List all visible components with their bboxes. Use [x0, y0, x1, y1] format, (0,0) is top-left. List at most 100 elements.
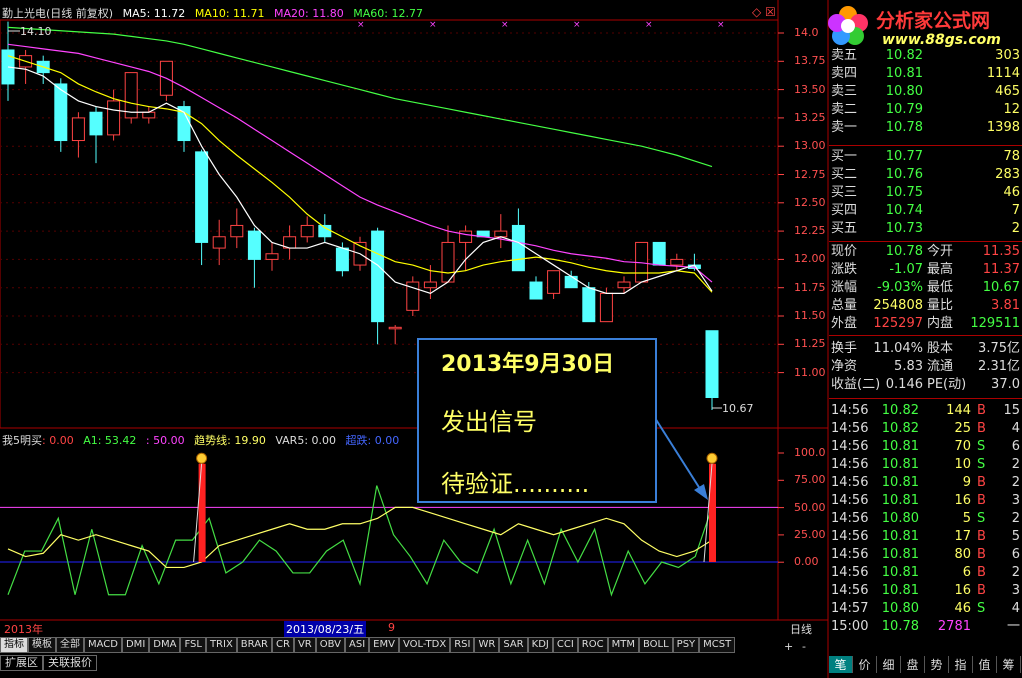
tab-indicator[interactable]: 全部	[56, 637, 84, 653]
tab-indicator[interactable]: MCST	[699, 637, 736, 653]
right-tabs: 笔价细盘势指值筹	[829, 656, 1021, 673]
tab-extension[interactable]: 关联报价	[43, 655, 97, 671]
tab-indicator[interactable]: DMI	[121, 637, 150, 653]
tab-indicator[interactable]: 模板	[28, 637, 56, 653]
order-row: 卖五 10.82 303	[829, 47, 1022, 65]
tick-row: 14:56 10.81 70 S 6	[829, 438, 1022, 456]
order-row: 买一 10.77 78	[829, 148, 1022, 166]
order-row: 卖四 10.81 1114	[829, 65, 1022, 83]
tab-panel[interactable]: 指	[949, 656, 973, 673]
tab-panel[interactable]: 细	[877, 656, 901, 673]
tick-time: 14:56	[831, 403, 869, 418]
candle-body	[511, 224, 525, 272]
zoom-in-button[interactable]: +	[784, 640, 793, 653]
tab-indicator[interactable]: PSY	[672, 637, 700, 653]
tab-indicator[interactable]: ASI	[345, 637, 370, 653]
tick-row: 14:56 10.82 25 B 4	[829, 420, 1022, 438]
tab-indicator[interactable]: EMV	[369, 637, 399, 653]
logo-url: www.88gs.com	[882, 32, 1001, 48]
tick-count: 一	[1006, 619, 1020, 634]
signal-bar	[709, 463, 716, 562]
tab-indicator[interactable]: CR	[272, 637, 294, 653]
money-bag-icon	[196, 452, 208, 464]
tick-side: B	[977, 529, 986, 544]
price-axis-label: 11.50	[794, 309, 826, 322]
tab-indicator[interactable]: CCI	[552, 637, 578, 653]
tab-indicator[interactable]: 指标	[0, 637, 28, 653]
tab-indicator[interactable]: BRAR	[236, 637, 272, 653]
tab-indicator[interactable]: DMA	[149, 637, 181, 653]
tab-indicator[interactable]: BOLL	[638, 637, 673, 653]
tab-indicator[interactable]: RSI	[450, 637, 475, 653]
tick-side: B	[977, 565, 986, 580]
tick-row: 14:56 10.80 5 S 2	[829, 510, 1022, 528]
stock-title: 勤上光电(日线 前复权)	[2, 7, 114, 20]
tab-panel[interactable]: 盘	[901, 656, 925, 673]
order-volume: 78	[1003, 149, 1020, 164]
candle-body	[142, 111, 156, 119]
price-axis-label: 13.00	[794, 139, 826, 153]
quote-label: 股本	[927, 341, 954, 356]
divider	[829, 145, 1022, 146]
signal-arrow	[654, 417, 703, 493]
indicator-axis-label: 100.0	[794, 446, 826, 459]
quote-value: 10.78	[885, 244, 923, 259]
arrow-head	[694, 484, 708, 500]
signal-note: 2013年9月30日 发出信号 待验证..........	[417, 338, 657, 503]
ind-var5: VAR5: 0.00	[275, 434, 337, 447]
tab-panel[interactable]: 势	[925, 656, 949, 673]
candle-body	[582, 287, 596, 323]
window-controls-icon[interactable]: ◇ ☒	[752, 5, 776, 19]
tick-volume: 5	[962, 511, 971, 526]
indicator-axis-label: 50.00	[794, 500, 826, 514]
quote-value: 3.81	[991, 298, 1020, 313]
tick-side: B	[977, 547, 986, 562]
order-volume: 2	[1011, 221, 1020, 236]
tick-time: 14:56	[831, 493, 869, 508]
tab-indicator[interactable]: MTM	[607, 637, 639, 653]
candle-body	[670, 258, 684, 266]
candle-body	[547, 270, 561, 294]
period-label[interactable]: 日线	[790, 621, 812, 637]
low-annotation: 10.67	[722, 402, 754, 415]
tab-panel[interactable]: 价	[853, 656, 877, 673]
tick-count: 15	[1003, 403, 1020, 418]
tab-indicator[interactable]: WR	[474, 637, 500, 653]
tab-indicator[interactable]: MACD	[84, 637, 122, 653]
order-price: 10.78	[885, 120, 923, 135]
order-label: 卖五	[831, 48, 858, 63]
tick-price: 10.81	[881, 529, 919, 544]
candle-body	[230, 224, 244, 238]
tab-extension[interactable]: 扩展区	[0, 655, 43, 671]
divider	[829, 241, 1022, 242]
tab-indicator[interactable]: VR	[293, 637, 316, 653]
order-volume: 465	[995, 84, 1020, 99]
tab-panel[interactable]: 笔	[829, 656, 853, 673]
tab-indicator[interactable]: VOL-TDX	[398, 637, 451, 653]
order-row: 买三 10.75 46	[829, 184, 1022, 202]
order-row: 卖三 10.80 465	[829, 83, 1022, 101]
tick-volume: 25	[954, 421, 971, 436]
tick-volume: 16	[954, 583, 971, 598]
tab-indicator[interactable]: KDJ	[527, 637, 553, 653]
tab-indicator[interactable]: FSL	[180, 637, 206, 653]
cross-marker-icon: ×	[429, 20, 437, 30]
zoom-out-button[interactable]: -	[802, 640, 806, 653]
tab-indicator[interactable]: SAR	[499, 637, 528, 653]
order-price: 10.76	[885, 167, 923, 182]
quote-label: 总量	[831, 298, 858, 313]
order-row: 卖二 10.79 12	[829, 101, 1022, 119]
tick-price: 10.80	[881, 601, 919, 616]
tab-indicator[interactable]: ROC	[577, 637, 608, 653]
tick-count: 2	[1011, 457, 1020, 472]
tick-price: 10.81	[881, 475, 919, 490]
candle-body	[89, 111, 103, 136]
tab-panel[interactable]: 值	[973, 656, 997, 673]
quote-row: 收益(二) 0.146 PE(动) 37.0	[829, 376, 1022, 394]
tab-indicator[interactable]: TRIX	[205, 637, 237, 653]
tab-panel[interactable]: 筹	[997, 656, 1021, 673]
order-label: 买五	[831, 221, 858, 236]
tab-indicator[interactable]: OBV	[315, 637, 345, 653]
candle-body	[265, 253, 279, 260]
ind-name: 我5明买	[2, 434, 42, 447]
